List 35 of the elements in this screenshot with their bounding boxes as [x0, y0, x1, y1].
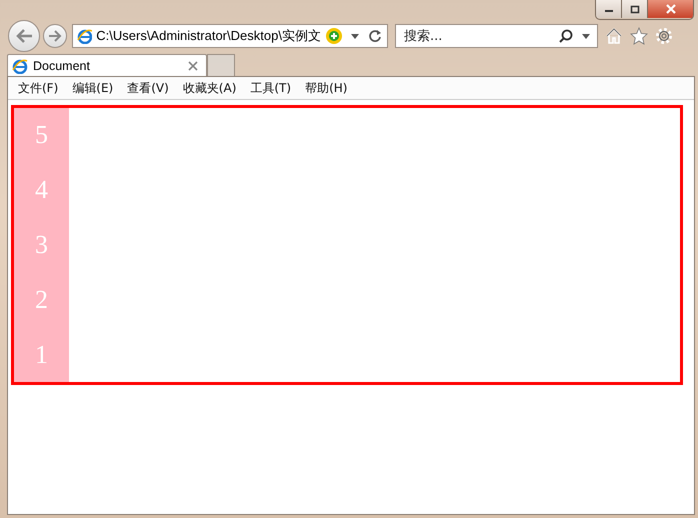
number-label: 4: [35, 177, 48, 204]
search-icon[interactable]: [559, 29, 573, 43]
browser-logo-icon: [12, 58, 28, 74]
menu-item[interactable]: 编辑(E): [66, 80, 122, 96]
compatibility-icon[interactable]: [324, 27, 342, 45]
back-arrow-icon: [14, 28, 34, 44]
back-button[interactable]: [8, 20, 40, 52]
close-icon: [664, 4, 676, 14]
forward-button[interactable]: [43, 24, 67, 48]
address-field[interactable]: C:\Users\Administrator\Desktop\实例文: [72, 24, 388, 48]
menu-item[interactable]: 查看(V): [121, 80, 177, 96]
minimize-button[interactable]: [596, 0, 622, 18]
number-label: 1: [35, 342, 48, 368]
menu-item[interactable]: 收藏夹(A): [176, 80, 244, 96]
refresh-icon[interactable]: [368, 29, 382, 43]
home-icon[interactable]: [605, 27, 623, 45]
number-label: 5: [35, 122, 48, 148]
number-label: 2: [35, 286, 48, 313]
menu-item[interactable]: 文件(F): [12, 80, 66, 96]
menu-item[interactable]: 帮助(H): [299, 80, 356, 96]
close-tab-icon[interactable]: [188, 60, 198, 70]
dropdown-caret-icon[interactable]: [350, 32, 360, 40]
address-text: C:\Users\Administrator\Desktop\实例文: [96, 27, 321, 45]
menu-item[interactable]: 工具(T): [244, 80, 300, 96]
star-icon[interactable]: [630, 27, 648, 45]
close-button[interactable]: [648, 0, 693, 18]
search-field[interactable]: 搜索...: [395, 24, 598, 48]
browser-logo-icon: [77, 28, 92, 44]
dropdown-caret-icon[interactable]: [581, 32, 591, 40]
browser-tab[interactable]: Document: [7, 54, 207, 76]
forward-arrow-icon: [47, 29, 63, 43]
settings-icon[interactable]: [655, 27, 673, 45]
maximize-button[interactable]: [622, 0, 648, 18]
maximize-icon: [630, 4, 640, 14]
number-label: 3: [35, 232, 48, 258]
